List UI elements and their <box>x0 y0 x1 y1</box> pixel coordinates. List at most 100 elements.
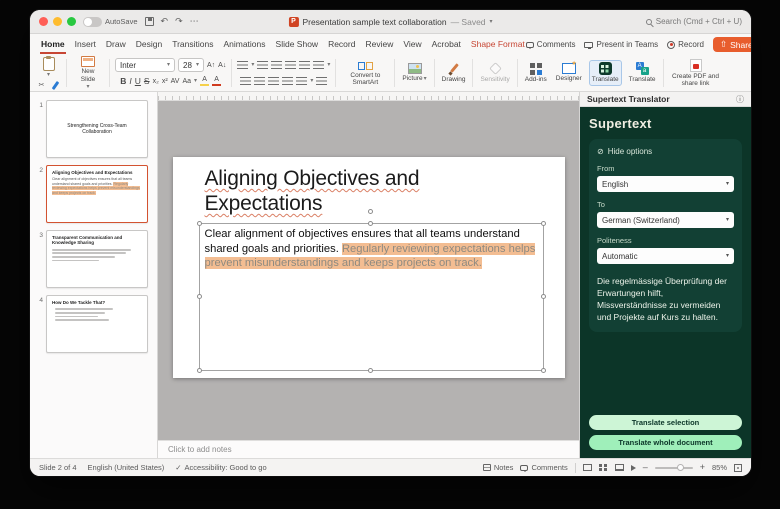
addins-button[interactable]: Add-ins <box>523 62 549 84</box>
present-in-teams-button[interactable]: Present in Teams <box>584 40 658 49</box>
resize-handle[interactable] <box>196 368 202 373</box>
from-language-select[interactable]: English ▾ <box>597 176 734 192</box>
line-spacing-button[interactable] <box>313 61 325 69</box>
resize-handle[interactable] <box>540 294 546 299</box>
tab-view[interactable]: View <box>402 36 422 54</box>
convert-smartart-button[interactable]: Convert to SmartArt <box>341 59 389 88</box>
info-icon[interactable]: ⓘ <box>736 94 744 105</box>
resize-handle[interactable] <box>540 221 546 226</box>
search-box[interactable]: Search (Cmd + Ctrl + U) <box>645 17 742 26</box>
share-button[interactable]: ⇧ Share ▾ <box>712 37 751 52</box>
cut-icon[interactable]: ✂ <box>36 80 47 90</box>
vertical-align-button[interactable] <box>316 77 328 85</box>
resize-handle[interactable] <box>540 368 546 373</box>
resize-handle[interactable] <box>196 294 202 299</box>
resize-handle[interactable] <box>196 221 202 226</box>
current-slide[interactable]: Aligning Objectives and Expectations Cle… <box>172 157 565 378</box>
grow-font-button[interactable]: A↑ <box>207 62 215 69</box>
tab-insert[interactable]: Insert <box>74 36 97 54</box>
format-painter-icon[interactable] <box>50 80 61 90</box>
record-button[interactable]: Record <box>667 40 704 49</box>
slide-3-thumbnail[interactable]: Transparent Communication and Knowledge … <box>46 230 148 288</box>
tab-review[interactable]: Review <box>364 36 394 54</box>
sensitivity-button[interactable]: Sensitivity <box>478 61 511 84</box>
tab-transitions[interactable]: Transitions <box>171 36 214 54</box>
politeness-select[interactable]: Automatic ▾ <box>597 248 734 264</box>
autosave-toggle[interactable]: AutoSave <box>83 16 138 27</box>
drawing-button[interactable]: Drawing <box>440 62 468 84</box>
tab-shape-format[interactable]: Shape Format <box>470 36 526 54</box>
comments-button[interactable]: Comments <box>525 40 575 49</box>
bold-button[interactable]: B <box>120 77 126 86</box>
notes-pane[interactable]: Click to add notes <box>158 440 579 458</box>
shrink-font-button[interactable]: A↓ <box>218 62 226 69</box>
undo-icon[interactable]: ↶ <box>161 17 169 26</box>
title-chevron-down-icon[interactable]: ▾ <box>490 19 493 25</box>
fit-slide-icon[interactable] <box>734 463 742 472</box>
text-highlight-button[interactable]: A <box>200 76 210 87</box>
translate-document-button[interactable]: Translate whole document <box>589 435 742 450</box>
designer-button[interactable]: Designer <box>554 60 584 83</box>
slide-2-thumbnail[interactable]: Aligning Objectives and Expectations Cle… <box>46 165 148 223</box>
zoom-button[interactable] <box>67 17 76 26</box>
to-language-select[interactable]: German (Switzerland) ▾ <box>597 212 734 228</box>
superscript-button[interactable]: x² <box>162 78 168 85</box>
underline-button[interactable]: U <box>135 77 141 86</box>
change-case-button[interactable]: Aa <box>182 78 191 85</box>
tab-draw[interactable]: Draw <box>105 36 127 54</box>
body-text[interactable]: Clear alignment of objectives ensures th… <box>200 224 543 274</box>
comments-toggle-button[interactable]: Comments <box>520 463 568 472</box>
bullets-button[interactable] <box>237 61 249 69</box>
font-color-button[interactable]: A <box>212 76 222 87</box>
horizontal-ruler[interactable] <box>158 92 579 101</box>
zoom-out-button[interactable]: – <box>643 463 648 472</box>
font-size-select[interactable]: 28 ▾ <box>178 58 204 72</box>
picture-button[interactable]: Picture ▾ <box>400 62 428 83</box>
office-translate-button[interactable]: Translate <box>627 61 658 84</box>
reading-view-button[interactable] <box>614 464 624 471</box>
rotate-handle[interactable] <box>368 209 373 214</box>
numbering-button[interactable] <box>257 61 269 69</box>
supertext-translate-button[interactable]: Translate <box>588 60 622 86</box>
paste-button[interactable]: ▾ <box>41 56 57 79</box>
tab-acrobat[interactable]: Acrobat <box>431 36 462 54</box>
tab-record[interactable]: Record <box>327 36 356 54</box>
slide-sorter-view-button[interactable] <box>598 464 608 471</box>
slide-canvas[interactable]: Aligning Objectives and Expectations Cle… <box>158 101 579 440</box>
subscript-button[interactable]: x₂ <box>153 78 159 85</box>
save-icon[interactable] <box>144 17 154 26</box>
columns-button[interactable] <box>296 77 308 85</box>
hide-options-button[interactable]: ⊘ Hide options <box>597 147 734 156</box>
align-center-button[interactable] <box>254 77 266 85</box>
close-button[interactable] <box>39 17 48 26</box>
italic-button[interactable]: I <box>129 77 131 86</box>
zoom-level[interactable]: 85% <box>712 463 727 472</box>
slide-4-thumbnail[interactable]: How Do We Tackle That? <box>46 295 148 353</box>
tab-home[interactable]: Home <box>40 36 66 54</box>
align-left-button[interactable] <box>240 77 252 85</box>
tab-slide-show[interactable]: Slide Show <box>275 36 320 54</box>
minimize-button[interactable] <box>53 17 62 26</box>
zoom-slider-knob[interactable] <box>676 464 684 471</box>
new-slide-button[interactable]: New Slide ▾ <box>72 55 104 91</box>
redo-icon[interactable]: ↷ <box>175 17 183 26</box>
indent-decrease-button[interactable] <box>271 61 283 69</box>
align-right-button[interactable] <box>268 77 280 85</box>
slide-indicator[interactable]: Slide 2 of 4 <box>39 463 77 472</box>
zoom-slider[interactable] <box>654 464 693 471</box>
tab-design[interactable]: Design <box>135 36 163 54</box>
resize-handle[interactable] <box>368 368 373 373</box>
indent-increase-button[interactable] <box>285 61 297 69</box>
accessibility-status[interactable]: ✓ Accessibility: Good to go <box>175 463 266 472</box>
create-pdf-button[interactable]: Create PDF and share link <box>669 58 723 89</box>
language-indicator[interactable]: English (United States) <box>88 463 165 472</box>
more-commands-icon[interactable]: ⋯ <box>190 17 199 26</box>
tab-animations[interactable]: Animations <box>222 36 266 54</box>
text-direction-button[interactable] <box>299 61 311 69</box>
strikethrough-button[interactable]: S <box>144 77 150 86</box>
font-name-select[interactable]: Inter ▾ <box>115 58 175 72</box>
document-title[interactable]: Presentation sample text collaboration <box>302 17 446 27</box>
translate-selection-button[interactable]: Translate selection <box>589 415 742 430</box>
zoom-in-button[interactable]: + <box>700 463 705 472</box>
normal-view-button[interactable] <box>582 464 592 471</box>
